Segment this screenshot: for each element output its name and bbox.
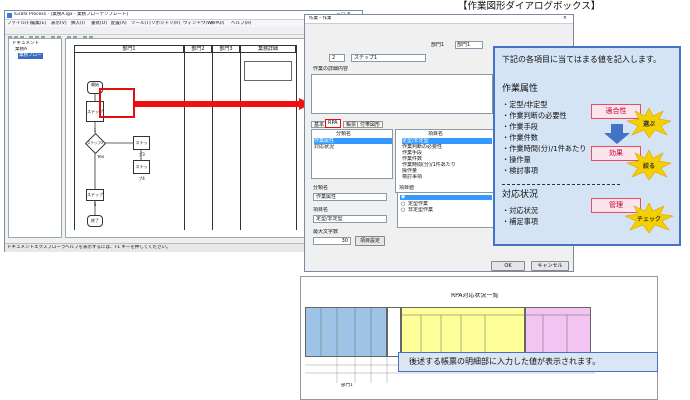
options-label: 項目値 bbox=[399, 185, 415, 191]
category-list-header: 分類名 bbox=[336, 131, 352, 137]
step-number-field[interactable]: 2 bbox=[329, 54, 345, 62]
callout-item: ・定型/非定型 bbox=[502, 100, 548, 109]
highlight-box bbox=[99, 88, 135, 118]
callout-heading: 下記の各項目に当てはまる値を記入します。 bbox=[502, 55, 662, 64]
dialog-dept-field[interactable]: 部門1 bbox=[455, 41, 483, 49]
ok-button[interactable]: OK bbox=[491, 261, 525, 271]
explanation-callout: 下記の各項目に当てはまる値を記入します。 作業属性 ・定型/非定型 ・作業判断の… bbox=[493, 46, 681, 246]
detail-textarea[interactable] bbox=[311, 74, 493, 114]
flow-connectors bbox=[94, 94, 142, 215]
item-settings-button[interactable]: 項目設定 bbox=[355, 236, 385, 246]
lane-header-4[interactable]: 業務詳細 bbox=[240, 45, 296, 53]
max-chars-field[interactable]: 30 bbox=[313, 237, 351, 245]
sheet-grid bbox=[320, 307, 591, 357]
tree-item-flow[interactable]: 業務フロー bbox=[18, 53, 43, 59]
status-explorer-tab[interactable]: ドキュメントエクスプローラ bbox=[7, 245, 65, 251]
dialog-dept-label: 部門1 bbox=[431, 42, 445, 48]
item-row[interactable]: 検討事項 bbox=[402, 174, 422, 180]
callout-item: ・作業判断の必要性 bbox=[502, 111, 567, 120]
option-nonroutine[interactable]: 非定型作業 bbox=[408, 207, 433, 213]
red-arrow-icon bbox=[135, 98, 311, 110]
detail-box bbox=[244, 61, 292, 81]
flow-node-end-label: 終了 bbox=[91, 218, 99, 223]
callout-divider bbox=[502, 184, 620, 185]
sheet-row-label: 部門1 bbox=[341, 383, 353, 388]
category-item-status[interactable]: 対応状況 bbox=[314, 144, 334, 150]
burst-check: チェック bbox=[636, 216, 661, 223]
callout-section2: 対応状況 bbox=[502, 190, 539, 200]
item-name-field[interactable]: 定型/非定型 bbox=[313, 215, 387, 223]
cancel-button[interactable]: キャンセル bbox=[531, 261, 569, 271]
document-tree: ドキュメント 業務A 業務フロー bbox=[8, 38, 62, 238]
item-name-label: 項目名 bbox=[313, 207, 329, 213]
status-text: ヘルプを表示するには、F1 キーを押してください。 bbox=[65, 245, 171, 250]
down-arrow-icon bbox=[604, 124, 630, 144]
main-window-title: iGrafx Process - [業務A.igx - 業務フローテンプレート] bbox=[14, 12, 129, 17]
item-list-header: 項目名 bbox=[428, 131, 444, 137]
step-name-field[interactable]: ステップ1 bbox=[351, 54, 426, 62]
flow-node-decision-label: ステップ2 bbox=[87, 141, 104, 145]
flow-label-yes: Yes bbox=[97, 155, 105, 160]
flow-node-step3[interactable]: ステップ3 bbox=[133, 136, 150, 157]
callout-item: ・操作量 bbox=[502, 155, 531, 164]
callout-item: ・補足事項 bbox=[502, 217, 538, 226]
burst-select: 選ぶ bbox=[642, 121, 655, 128]
lane-divider bbox=[212, 45, 213, 230]
category-list[interactable]: 分類名 作業属性 対応状況 bbox=[311, 129, 393, 179]
lane-divider bbox=[240, 45, 241, 230]
callout-item: ・対応状況 bbox=[502, 206, 538, 215]
detail-label: 作業の詳細内容 bbox=[313, 66, 349, 72]
callout-item: ・検討事項 bbox=[502, 166, 538, 175]
dialog-title-bar: 作業 - 作業 ✕ bbox=[305, 15, 573, 24]
report-sheet: RPA対応状況一覧 部門1 bbox=[300, 276, 658, 400]
radio-icon[interactable]: ◉ bbox=[401, 194, 405, 200]
dialog-title: 作業 - 作業 bbox=[309, 16, 332, 21]
category-name-label: 分類名 bbox=[313, 185, 329, 191]
page-title: 【作業図形ダイアログボックス】 bbox=[458, 1, 601, 12]
burst-narrow: 絞る bbox=[642, 163, 655, 170]
lane-header-2[interactable]: 部門2 bbox=[184, 45, 212, 53]
category-name-field[interactable]: 作業属性 bbox=[313, 193, 387, 201]
radio-icon[interactable]: ○ bbox=[401, 207, 405, 213]
callout-section1: 作業属性 bbox=[502, 84, 539, 94]
dialog-close-icon[interactable]: ✕ bbox=[563, 16, 567, 22]
flow-node-end[interactable]: 終了 bbox=[87, 215, 103, 227]
callout-item: ・作業手段 bbox=[502, 122, 538, 131]
max-chars-label: 最大文字数 bbox=[313, 229, 339, 235]
flow-node-step4[interactable]: ステップ4 bbox=[133, 160, 150, 181]
option-blank[interactable] bbox=[400, 195, 492, 200]
app-icon bbox=[7, 13, 12, 18]
sheet-title: RPA対応状況一覧 bbox=[451, 293, 499, 299]
lane-header-3[interactable]: 部門3 bbox=[212, 45, 240, 53]
sheet-note-callout: 後述する帳票の明細部に入力した値が表示されます。 bbox=[398, 352, 658, 372]
item-list[interactable]: 項目名 定型/非定型 作業判断の必要性 作業手段 作業件数 作業時間(分)/1件… bbox=[395, 129, 495, 193]
flow-node-start-label: 開始 bbox=[91, 82, 99, 87]
options-group: ◉ ○ 定型作業 ○ 非定型作業 bbox=[397, 192, 495, 228]
callout-item: ・作業時間(分)/1件あたり bbox=[502, 144, 587, 153]
tab-attached[interactable]: 付帯図形 bbox=[357, 121, 384, 128]
flow-node-step5[interactable]: ステップ5 bbox=[86, 189, 104, 207]
callout-item: ・作業件数 bbox=[502, 133, 538, 142]
lane-divider bbox=[296, 45, 297, 230]
tab-rpa[interactable]: RPA bbox=[325, 119, 341, 128]
